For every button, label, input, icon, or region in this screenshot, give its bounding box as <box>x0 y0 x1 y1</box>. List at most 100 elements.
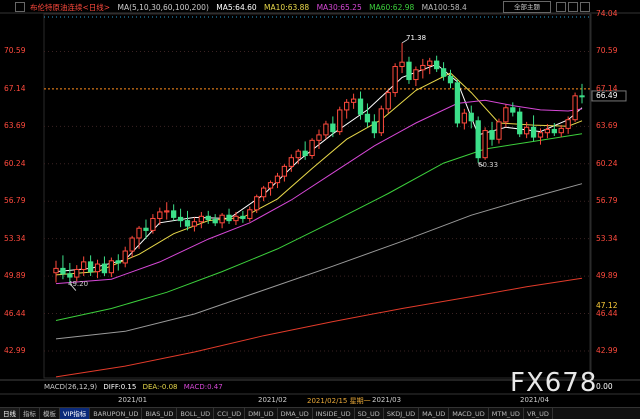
candle-up <box>260 187 267 198</box>
add-icon[interactable] <box>556 2 566 12</box>
candle-up <box>108 260 115 274</box>
left-tick-label: 60.24 <box>4 158 26 168</box>
tab-sd[interactable]: SD_UD <box>355 408 384 419</box>
left-tick-label: 70.59 <box>4 46 26 56</box>
candle-down <box>67 273 73 278</box>
candle-down <box>143 227 149 231</box>
candle-up <box>247 209 253 219</box>
candle-up <box>254 196 260 211</box>
candle-up <box>157 211 163 219</box>
macd-diff: DIFF:0.15 <box>103 383 137 391</box>
candle-up <box>523 126 530 135</box>
candle-up <box>392 66 398 94</box>
candle-up <box>288 157 294 167</box>
expand-icon[interactable] <box>580 2 590 12</box>
left-tick-label: 67.14 <box>4 83 26 93</box>
candle-up <box>274 175 281 184</box>
candle-down <box>475 120 481 159</box>
tab-ma[interactable]: MA_UD <box>419 408 450 419</box>
candle-up <box>503 107 509 123</box>
tab-vip-indicator[interactable]: VIP指标 <box>60 408 91 419</box>
candle-up <box>496 121 502 140</box>
left-tick-label: 56.79 <box>4 196 26 206</box>
candle-up <box>122 250 128 264</box>
candle-down <box>212 219 218 224</box>
candle-down <box>517 111 523 135</box>
right-tick-label: 60.24 <box>596 158 618 168</box>
candle-up <box>482 130 488 159</box>
watermark-logo: FX678 <box>510 368 598 398</box>
candle-down <box>530 126 537 138</box>
chart-header: 布伦特原油连续<日线> MA(5,10,30,60,100,200) MA5:6… <box>30 2 472 14</box>
chart-title: 布伦特原油连续<日线> <box>30 3 111 12</box>
ma-line-ma200 <box>55 277 583 378</box>
right-tick-label: 49.89 <box>596 271 618 281</box>
tab-dma[interactable]: DMA_UD <box>278 408 313 419</box>
tab-vr[interactable]: VR_UD <box>524 408 553 419</box>
tab-skdj[interactable]: SKDJ_UD <box>384 408 420 419</box>
minus-icon[interactable] <box>568 2 578 12</box>
plot-frame <box>43 13 591 379</box>
candle-up <box>281 165 288 177</box>
candle-up <box>233 215 239 222</box>
candle-down <box>60 267 66 275</box>
ma-line-ma60 <box>55 133 583 321</box>
tab-macd[interactable]: MACD_UD <box>449 408 489 419</box>
left-tick-label: 63.69 <box>4 121 26 131</box>
tab-daily[interactable]: 日线 <box>0 408 20 419</box>
tab-template[interactable]: 模板 <box>40 408 60 419</box>
candle-down <box>302 150 308 157</box>
left-tick-label: 53.34 <box>4 233 26 243</box>
candle-down <box>171 210 177 218</box>
x-label-crosshair-date: 2021/02/15 星期一 <box>307 397 371 405</box>
candle-up <box>344 101 350 111</box>
tab-cci[interactable]: CCI_UD <box>214 408 246 419</box>
candle-up <box>413 69 419 81</box>
candle-down <box>551 128 557 134</box>
candle-up <box>129 237 135 252</box>
candle-up <box>53 267 59 274</box>
candle-down <box>364 113 371 123</box>
candle-up <box>544 128 551 134</box>
ma60-value: MA60:62.98 <box>369 3 415 12</box>
candle-up <box>350 98 357 103</box>
tab-barupon[interactable]: BARUPON_UD <box>90 408 143 419</box>
candle-down <box>371 121 378 134</box>
candle-down <box>454 82 461 124</box>
tab-boll[interactable]: BOLL_UD <box>177 408 215 419</box>
candle-down <box>177 216 184 222</box>
candle-up <box>323 123 329 136</box>
tab-mtm[interactable]: MTM_UD <box>489 408 524 419</box>
tab-inside[interactable]: INSIDE_UD <box>313 408 355 419</box>
theme-button[interactable]: 全部主题 <box>503 1 551 13</box>
candle-down <box>240 215 246 219</box>
right-tick-label: 42.99 <box>596 345 618 355</box>
candle-down <box>434 60 440 70</box>
candle-down <box>226 214 232 222</box>
x-label-jan: 2021/01 <box>118 396 148 404</box>
candle-down <box>447 75 454 84</box>
candle-up <box>150 217 156 231</box>
macd-label: MACD(26,12,9) <box>44 383 98 391</box>
start-low-annotation: 49.20 <box>68 280 89 288</box>
price-chart[interactable] <box>0 0 640 419</box>
right-extra-label: 66.49 <box>596 90 618 100</box>
tab-bias[interactable]: BIAS_UD <box>142 408 178 419</box>
candle-up <box>565 119 571 129</box>
candle-down <box>406 61 412 81</box>
tab-dmi[interactable]: DMI_UD <box>245 408 278 419</box>
candle-up <box>427 60 433 66</box>
right-tick-label: 56.79 <box>596 196 618 206</box>
tab-indicator[interactable]: 指标 <box>20 408 40 419</box>
candle-down <box>87 261 94 273</box>
candle-up <box>136 227 142 239</box>
indicator-tab-bar: 日线 指标 模板 VIP指标 BARUPON_UD BIAS_UD BOLL_UD CCI_U… <box>0 407 640 419</box>
settings-icon[interactable] <box>15 2 25 12</box>
ma5-value: MA5:64.60 <box>216 3 257 12</box>
low-annotation: 60.33 <box>478 161 499 169</box>
chart-app: 布伦特原油连续<日线> MA(5,10,30,60,100,200) MA5:6… <box>0 0 640 419</box>
right-extra-label: 47.12 <box>596 301 618 310</box>
candle-up <box>337 109 343 133</box>
right-tick-label: 63.69 <box>596 121 618 131</box>
left-tick-label: 42.99 <box>4 345 26 355</box>
